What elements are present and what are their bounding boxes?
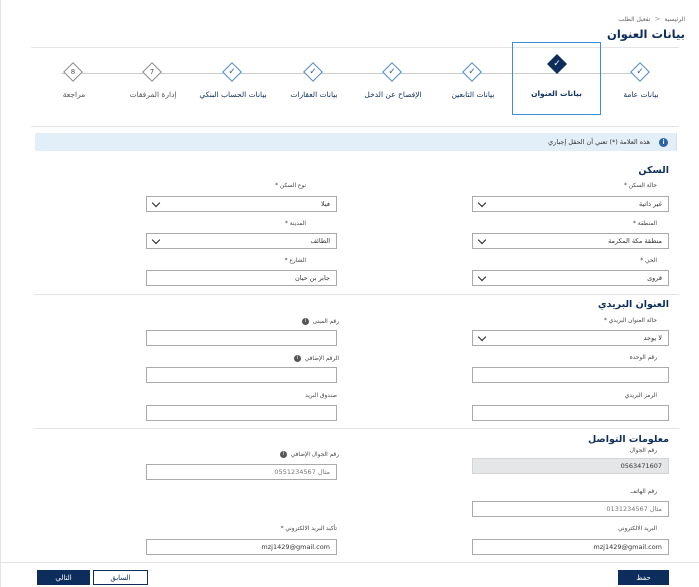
city-label: المدينة * [285,221,306,227]
info-icon: i [659,137,668,147]
info-icon[interactable]: i [279,451,287,458]
info-icon[interactable]: i [293,355,301,362]
chevron-down-icon [153,200,159,208]
email-confirm-label: تأكيد البريد الالكتروني * [280,526,337,532]
additional-number-input[interactable] [146,367,337,383]
unit-number-label: رقم الوحدة [629,355,657,361]
step-check-icon: ✓ [222,62,242,82]
step-label: بيانات الحساب البنكي [199,90,267,99]
step-attachments[interactable]: 7 إدارة المرفقات [113,58,193,118]
zip-code-input[interactable] [472,405,669,421]
step-check-icon: ✓ [382,62,402,82]
housing-status-select[interactable]: غير ذاتية [472,196,669,212]
housing-status-value: غير ذاتية [639,200,662,208]
breadcrumb-separator: < [654,15,661,23]
extra-mobile-label: رقم الجوال الإضافي i [279,451,339,458]
street-input[interactable]: جابر بن حيان [146,270,337,286]
section-divider [34,428,679,429]
chevron-down-icon [153,237,159,245]
housing-section-title: السكن [638,165,669,176]
mobile-input: 0563471607 [472,458,669,474]
step-real-estate-data[interactable]: ✓ بيانات العقارات [274,58,354,118]
building-number-input[interactable] [146,330,337,346]
step-label: بيانات عامة [623,90,659,99]
housing-status-label: حالة السكن * [624,183,657,189]
postal-status-value: لا يوجد [643,334,662,342]
breadcrumb-current[interactable]: تفعيل الطلب [618,16,650,23]
additional-number-label: الرقم الإضافي i [293,355,339,362]
required-fields-notice: i هذه العلامة (*) تعني أن الحقل إجباري [35,133,677,151]
phone-input[interactable]: مثال 0131234567 [472,501,669,517]
district-select[interactable]: قروى [472,270,669,286]
page-title: بيانات العنوان [607,27,685,41]
step-number-icon: 8 [63,62,83,82]
phone-label: رقم الهاتف [630,489,657,495]
chevron-down-icon [479,237,485,245]
info-icon[interactable]: i [301,318,309,325]
building-number-label: رقم المبنى i [301,318,339,325]
housing-type-label: نوع السكن * [275,183,306,189]
chevron-down-icon [479,334,485,342]
breadcrumb-home[interactable]: الرئيسية [664,16,685,23]
next-button[interactable]: التالي [37,570,90,585]
postal-section-title: العنوان البريدي [597,299,669,310]
chevron-down-icon [479,274,485,282]
breadcrumb: الرئيسية < تفعيل الطلب [618,15,685,23]
step-address-data[interactable]: ✓ بيانات العنوان [512,42,601,115]
footer-divider [1,562,699,563]
po-box-label: صندوق البريد [305,393,337,399]
contact-section-title: معلومات التواصل [588,434,669,445]
step-label: مراجعة [62,90,86,99]
email-confirm-input[interactable]: mzj1429@gmail.com [146,539,337,555]
housing-type-select[interactable]: فيلا [146,196,337,212]
stepper-divider [31,126,679,127]
region-value: منطقة مكة المكرمة [608,237,662,245]
extra-mobile-input[interactable]: مثال 0551234567 [146,464,337,480]
region-label: المنطقة * [632,221,657,227]
step-check-icon: ✓ [462,62,482,82]
save-button[interactable]: حفظ [618,570,669,585]
section-divider [34,294,679,295]
previous-button[interactable]: السابق [93,570,148,585]
step-income-disclosure[interactable]: ✓ الإفصاح عن الدخل [353,58,433,118]
street-label: الشارع * [284,258,306,264]
step-label: الإفصاح عن الدخل [364,90,422,99]
step-label: بيانات العقارات [290,90,338,99]
housing-type-value: فيلا [321,200,330,208]
mobile-label: رقم الجوال [629,448,657,454]
step-bank-account-data[interactable]: ✓ بيانات الحساب البنكي [193,58,273,118]
district-value: قروى [647,274,662,282]
city-select[interactable]: الطائف [146,233,337,249]
email-label: البريد الالكتروني [618,526,657,532]
step-dependents-data[interactable]: ✓ بيانات التابعين [433,58,513,118]
zip-code-label: الرمز البريدي [624,393,657,399]
city-value: الطائف [310,237,330,245]
notice-text: هذه العلامة (*) تعني أن الحقل إجباري [548,138,650,146]
step-check-icon: ✓ [303,62,323,82]
postal-status-label: حالة العنوان البريدي * [604,318,657,324]
email-input[interactable]: mzj1429@gmail.com [472,539,669,555]
address-form-page: الرئيسية < تفعيل الطلب بيانات العنوان ✓ … [0,0,699,587]
step-general-data[interactable]: ✓ بيانات عامة [601,58,681,118]
step-label: بيانات العنوان [531,89,582,98]
po-box-input[interactable] [146,405,337,421]
postal-status-select[interactable]: لا يوجد [472,330,669,346]
region-select[interactable]: منطقة مكة المكرمة [472,233,669,249]
chevron-down-icon [479,200,485,208]
step-number-icon: 7 [142,62,162,82]
step-check-icon: ✓ [630,62,650,82]
unit-number-input[interactable] [472,367,669,383]
step-check-icon: ✓ [547,54,567,74]
step-label: بيانات التابعين [451,90,495,99]
step-label: إدارة المرفقات [129,90,177,99]
district-label: الحي * [640,258,657,264]
step-review[interactable]: 8 مراجعة [34,58,114,118]
